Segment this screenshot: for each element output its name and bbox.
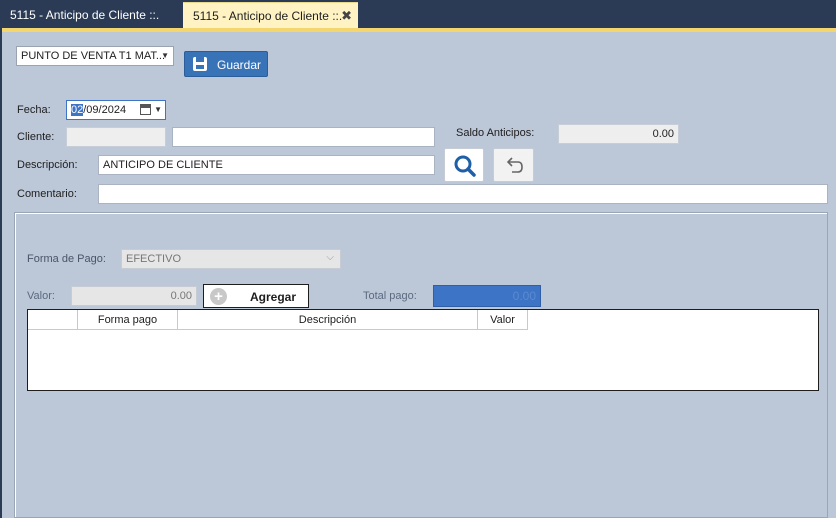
tab-anticipo-cliente-1[interactable]: 5115 - Anticipo de Cliente ::.	[0, 2, 180, 28]
plus-circle-icon: +	[210, 288, 227, 305]
valor-label: Valor:	[27, 290, 55, 302]
close-icon[interactable]: ✖	[341, 3, 352, 29]
forma-pago-value: EFECTIVO	[126, 253, 182, 265]
undo-arrow-icon	[506, 157, 523, 173]
total-pago-label: Total pago:	[363, 290, 417, 302]
search-icon	[454, 155, 476, 177]
main-panel: PUNTO DE VENTA T1 MAT... ▼ Guardar Fecha…	[2, 28, 836, 518]
grid-col-valor[interactable]: Valor	[478, 310, 528, 330]
calendar-icon[interactable]	[140, 104, 151, 115]
chevron-down-icon: ▼	[161, 51, 169, 60]
search-button[interactable]	[444, 148, 484, 182]
comentario-input[interactable]	[98, 184, 828, 204]
forma-pago-select[interactable]: EFECTIVO ⌵	[121, 249, 341, 269]
save-button-label: Guardar	[217, 58, 262, 72]
payment-panel: Forma de Pago: EFECTIVO ⌵ Valor: 0.00 + …	[14, 212, 828, 518]
chevron-down-icon: ⌵	[326, 252, 334, 263]
grid-col-selector[interactable]	[28, 310, 78, 330]
tab-bar: 5115 - Anticipo de Cliente ::. 5115 - An…	[0, 0, 836, 28]
floppy-disk-icon	[193, 57, 207, 71]
cliente-code-input[interactable]	[66, 127, 166, 147]
tab-anticipo-cliente-2[interactable]: 5115 - Anticipo de Cliente ::. ✖	[183, 2, 358, 28]
fecha-rest: /09/2024	[83, 104, 127, 116]
grid-header: Forma pago Descripción Valor	[28, 310, 528, 330]
undo-button[interactable]	[493, 148, 534, 182]
total-pago-value: 0.00	[433, 285, 541, 307]
store-select-value: PUNTO DE VENTA T1 MAT...	[21, 50, 166, 62]
grid-col-forma-pago[interactable]: Forma pago	[78, 310, 178, 330]
saldo-anticipos-label: Saldo Anticipos:	[456, 127, 535, 139]
save-button[interactable]: Guardar	[184, 51, 268, 77]
agregar-button[interactable]: + Agregar	[203, 284, 309, 308]
store-select[interactable]: PUNTO DE VENTA T1 MAT... ▼	[16, 46, 174, 66]
comentario-label: Comentario:	[17, 188, 77, 200]
tab-label: 5115 - Anticipo de Cliente ::.	[10, 8, 160, 22]
agregar-button-label: Agregar	[250, 290, 297, 304]
saldo-anticipos-value: 0.00	[558, 124, 679, 144]
chevron-down-icon[interactable]: ▼	[154, 101, 162, 119]
descripcion-input[interactable]: ANTICIPO DE CLIENTE	[98, 155, 435, 175]
fecha-label: Fecha:	[17, 104, 51, 116]
fecha-day: 02	[71, 104, 84, 116]
fecha-date-picker[interactable]: 02/09/2024 ▼	[66, 100, 166, 120]
tab-label: 5115 - Anticipo de Cliente ::.	[193, 9, 343, 23]
payments-grid[interactable]: Forma pago Descripción Valor	[27, 309, 819, 391]
descripcion-label: Descripción:	[17, 159, 78, 171]
cliente-label: Cliente:	[17, 131, 55, 143]
valor-input[interactable]: 0.00	[71, 286, 197, 306]
cliente-name-input[interactable]	[172, 127, 435, 147]
grid-col-descripcion[interactable]: Descripción	[178, 310, 478, 330]
forma-pago-label: Forma de Pago:	[27, 253, 106, 265]
